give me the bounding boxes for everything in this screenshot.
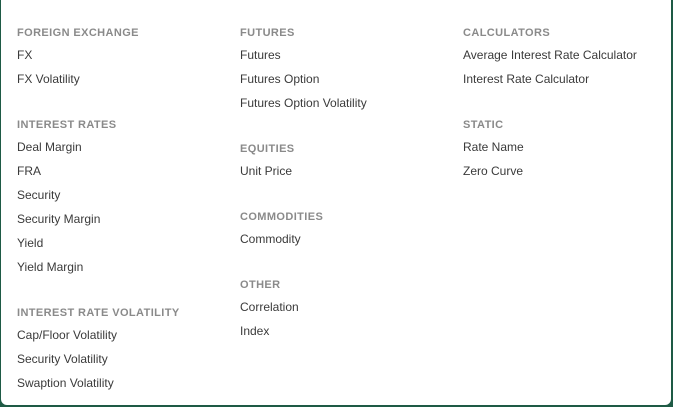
section-heading: INTEREST RATES xyxy=(17,119,117,131)
menu-item-average-interest-rate-calculator[interactable]: Average Interest Rate Calculator xyxy=(463,43,637,67)
section-heading: OTHER xyxy=(240,279,281,291)
section-interest-rate-volatility: INTEREST RATE VOLATILITY Cap/Floor Volat… xyxy=(17,305,180,395)
menu-item-yield-margin[interactable]: Yield Margin xyxy=(17,255,180,279)
menu-item-fx[interactable]: FX xyxy=(17,43,180,67)
menu-item-fx-volatility[interactable]: FX Volatility xyxy=(17,67,180,91)
menu-item-swaption-volatility[interactable]: Swaption Volatility xyxy=(17,371,180,395)
section-heading: CALCULATORS xyxy=(463,27,551,39)
menu-item-security-volatility[interactable]: Security Volatility xyxy=(17,347,180,371)
section-futures: FUTURES Futures Futures Option Futures O… xyxy=(240,25,367,115)
menu-item-deal-margin[interactable]: Deal Margin xyxy=(17,135,180,159)
menu-item-cap-floor-volatility[interactable]: Cap/Floor Volatility xyxy=(17,323,180,347)
section-heading: COMMODITIES xyxy=(240,211,324,223)
menu-item-fra[interactable]: FRA xyxy=(17,159,180,183)
menu-item-futures[interactable]: Futures xyxy=(240,43,367,67)
menu-column-2: FUTURES Futures Futures Option Futures O… xyxy=(240,0,367,343)
menu-item-unit-price[interactable]: Unit Price xyxy=(240,159,367,183)
section-interest-rates: INTEREST RATES Deal Margin FRA Security … xyxy=(17,117,180,279)
menu-item-commodity[interactable]: Commodity xyxy=(240,227,367,251)
menu-column-3: CALCULATORS Average Interest Rate Calcul… xyxy=(463,0,637,183)
menu-column-1: FOREIGN EXCHANGE FX FX Volatility INTERE… xyxy=(17,0,180,395)
section-heading: INTEREST RATE VOLATILITY xyxy=(17,307,180,319)
section-static: STATIC Rate Name Zero Curve xyxy=(463,117,637,183)
menu-item-futures-option[interactable]: Futures Option xyxy=(240,67,367,91)
section-heading: FUTURES xyxy=(240,27,295,39)
menu-item-futures-option-volatility[interactable]: Futures Option Volatility xyxy=(240,91,367,115)
menu-item-index[interactable]: Index xyxy=(240,319,367,343)
mega-menu-panel: FOREIGN EXCHANGE FX FX Volatility INTERE… xyxy=(1,0,671,405)
section-heading: EQUITIES xyxy=(240,143,295,155)
menu-item-correlation[interactable]: Correlation xyxy=(240,295,367,319)
section-heading: STATIC xyxy=(463,119,504,131)
menu-item-yield[interactable]: Yield xyxy=(17,231,180,255)
section-foreign-exchange: FOREIGN EXCHANGE FX FX Volatility xyxy=(17,25,180,91)
section-other: OTHER Correlation Index xyxy=(240,277,367,343)
menu-item-rate-name[interactable]: Rate Name xyxy=(463,135,637,159)
section-commodities: COMMODITIES Commodity xyxy=(240,209,367,251)
section-equities: EQUITIES Unit Price xyxy=(240,141,367,183)
menu-item-interest-rate-calculator[interactable]: Interest Rate Calculator xyxy=(463,67,637,91)
section-calculators: CALCULATORS Average Interest Rate Calcul… xyxy=(463,25,637,91)
menu-item-zero-curve[interactable]: Zero Curve xyxy=(463,159,637,183)
menu-item-security-margin[interactable]: Security Margin xyxy=(17,207,180,231)
menu-item-security[interactable]: Security xyxy=(17,183,180,207)
section-heading: FOREIGN EXCHANGE xyxy=(17,27,139,39)
